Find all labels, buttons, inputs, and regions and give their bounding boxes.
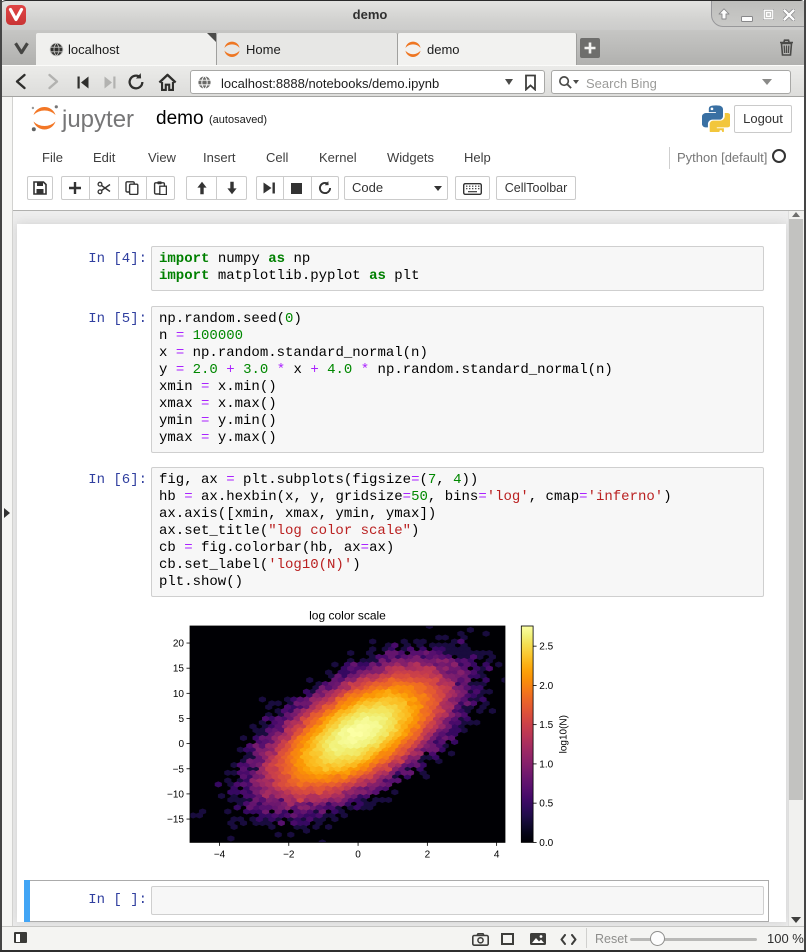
svg-text:0: 0 (355, 849, 361, 860)
svg-text:−4: −4 (214, 849, 226, 860)
svg-text:0.0: 0.0 (539, 838, 553, 849)
svg-text:log color scale: log color scale (309, 609, 386, 623)
svg-text:0.5: 0.5 (539, 799, 553, 810)
svg-text:2.0: 2.0 (539, 681, 553, 692)
svg-text:−10: −10 (167, 789, 184, 800)
svg-text:1.0: 1.0 (539, 759, 553, 770)
svg-text:15: 15 (173, 664, 185, 675)
svg-text:−15: −15 (167, 815, 184, 826)
svg-text:log10(N): log10(N) (559, 715, 570, 753)
svg-text:−5: −5 (173, 764, 185, 775)
svg-text:4: 4 (494, 849, 500, 860)
svg-text:1.5: 1.5 (539, 720, 553, 731)
svg-text:−2: −2 (283, 849, 295, 860)
svg-text:5: 5 (178, 714, 184, 725)
svg-text:10: 10 (173, 689, 185, 700)
svg-text:2: 2 (425, 849, 431, 860)
svg-text:20: 20 (173, 639, 185, 650)
svg-text:0: 0 (178, 739, 184, 750)
svg-text:2.5: 2.5 (539, 642, 553, 653)
